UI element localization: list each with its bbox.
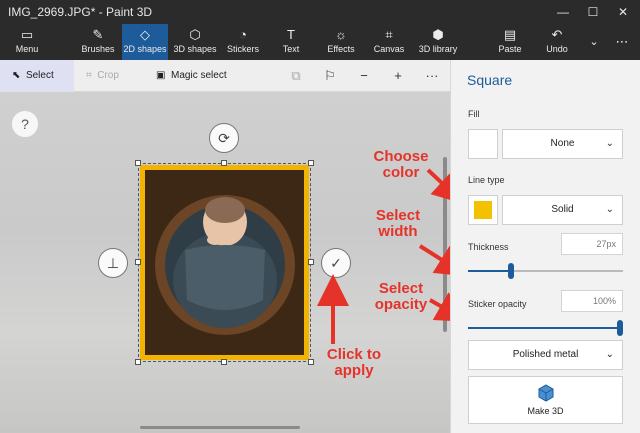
menu-button[interactable]: ▭ Menu xyxy=(6,24,48,60)
arrow-to-color xyxy=(428,170,450,196)
menu-label: Menu xyxy=(16,44,39,54)
text-icon: T xyxy=(276,24,306,44)
select-tool[interactable]: ⬉ Select xyxy=(0,60,74,92)
more-options-button[interactable]: ⋯ xyxy=(608,24,636,60)
tab-3d-library-label: 3D library xyxy=(419,44,458,54)
tab-text-label: Text xyxy=(283,44,300,54)
shape-toolbar: ⬉ Select ⌗ Crop ▣ Magic select ⧉ ⚐ − + ·… xyxy=(0,60,450,92)
close-button[interactable]: ✕ xyxy=(608,0,638,24)
thickness-slider[interactable] xyxy=(468,270,623,272)
cube-icon xyxy=(536,383,556,403)
make-3d-button[interactable]: Make 3D xyxy=(468,376,623,424)
thickness-label: Thickness xyxy=(468,242,509,252)
crop-tool[interactable]: ⌗ Crop xyxy=(86,60,136,92)
maximize-button[interactable]: ☐ xyxy=(578,0,608,24)
magic-select-tool[interactable]: ▣ Magic select xyxy=(156,60,238,92)
undo-label: Undo xyxy=(546,44,568,54)
cursor-icon: ⬉ xyxy=(12,70,20,81)
line-type-label: Line type xyxy=(468,175,505,185)
crop-label: Crop xyxy=(97,70,119,81)
undo-icon: ↶ xyxy=(542,24,572,44)
folder-icon: ▭ xyxy=(6,24,48,44)
thickness-input[interactable]: 27px xyxy=(561,233,623,255)
line-type-dropdown-value: Solid xyxy=(551,204,573,215)
tab-2d-shapes[interactable]: ◇ 2D shapes xyxy=(122,24,168,60)
shapes-2d-icon: ◇ xyxy=(122,24,168,44)
tab-effects-label: Effects xyxy=(327,44,354,54)
material-dropdown[interactable]: Polished metal ⌄ xyxy=(468,340,623,370)
tab-3d-library[interactable]: ⬢ 3D library xyxy=(414,24,462,60)
magic-select-label: Magic select xyxy=(171,70,227,81)
cube-icon: ⬡ xyxy=(172,24,218,44)
thickness-slider-fill xyxy=(468,270,511,272)
undo-button[interactable]: ↶ Undo xyxy=(542,24,572,60)
thickness-slider-thumb[interactable] xyxy=(508,263,514,279)
make-3d-label: Make 3D xyxy=(527,406,563,416)
tab-2d-shapes-label: 2D shapes xyxy=(123,44,166,54)
window-title: IMG_2969.JPG* - Paint 3D xyxy=(8,5,152,19)
arrow-to-opacity xyxy=(430,300,450,316)
magic-select-icon: ▣ xyxy=(156,70,165,81)
fill-dropdown[interactable]: None ⌄ xyxy=(502,129,623,159)
brush-icon: ✎ xyxy=(76,24,120,44)
history-dropdown-button[interactable]: ⌄ xyxy=(584,24,604,60)
paste-button[interactable]: ▤ Paste xyxy=(494,24,526,60)
tab-effects[interactable]: ☼ Effects xyxy=(322,24,360,60)
sun-icon: ☼ xyxy=(322,24,360,44)
arrow-to-thickness xyxy=(420,246,450,270)
panel-title: Square xyxy=(467,72,512,88)
material-dropdown-value: Polished metal xyxy=(513,349,579,360)
tab-stickers-label: Stickers xyxy=(227,44,259,54)
crop-icon: ⌗ xyxy=(86,70,92,81)
more-tools-button[interactable]: ··· xyxy=(420,60,444,92)
paste-label: Paste xyxy=(498,44,521,54)
shape-properties-panel: Square Fill None ⌄ Line type Solid ⌄ Thi… xyxy=(450,60,640,433)
canvas-icon: ⌗ xyxy=(370,24,408,44)
minimize-button[interactable]: — xyxy=(548,0,578,24)
fill-dropdown-value: None xyxy=(551,138,575,149)
tab-brushes[interactable]: ✎ Brushes xyxy=(76,24,120,60)
opacity-slider-fill xyxy=(468,327,623,329)
title-bar: IMG_2969.JPG* - Paint 3D — ☐ ✕ xyxy=(0,0,640,24)
fill-color-swatch[interactable] xyxy=(468,129,498,159)
line-color-fill xyxy=(474,201,492,219)
line-type-dropdown[interactable]: Solid ⌄ xyxy=(502,195,623,225)
opacity-slider-thumb[interactable] xyxy=(617,320,623,336)
chevron-down-icon: ⌄ xyxy=(606,196,614,224)
sticker-icon: ◔ xyxy=(222,24,264,44)
clipboard-icon: ▤ xyxy=(494,24,526,44)
opacity-slider[interactable] xyxy=(468,327,623,329)
tab-3d-shapes[interactable]: ⬡ 3D shapes xyxy=(172,24,218,60)
opacity-label: Sticker opacity xyxy=(468,299,527,309)
zoom-out-icon[interactable]: − xyxy=(352,60,376,92)
flag-icon[interactable]: ⚐ xyxy=(318,60,342,92)
chevron-down-icon: ⌄ xyxy=(606,341,614,369)
zoom-in-icon[interactable]: + xyxy=(386,60,410,92)
tab-3d-shapes-label: 3D shapes xyxy=(173,44,216,54)
annotation-arrows xyxy=(0,92,450,433)
tab-canvas[interactable]: ⌗ Canvas xyxy=(370,24,408,60)
tab-canvas-label: Canvas xyxy=(374,44,405,54)
canvas-area[interactable]: ? ⟳ ⊥ ✓ Choose color xyxy=(0,92,450,433)
select-label: Select xyxy=(26,70,54,81)
tab-text[interactable]: T Text xyxy=(276,24,306,60)
chevron-down-icon: ⌄ xyxy=(606,130,614,158)
tab-stickers[interactable]: ◔ Stickers xyxy=(222,24,264,60)
tab-brushes-label: Brushes xyxy=(81,44,114,54)
ribbon: ▭ Menu ✎ Brushes ◇ 2D shapes ⬡ 3D shapes… xyxy=(0,24,640,60)
fill-label: Fill xyxy=(468,109,480,119)
opacity-input[interactable]: 100% xyxy=(561,290,623,312)
library-icon: ⬢ xyxy=(414,24,462,44)
line-color-swatch[interactable] xyxy=(468,195,498,225)
copy-icon[interactable]: ⧉ xyxy=(284,60,308,92)
